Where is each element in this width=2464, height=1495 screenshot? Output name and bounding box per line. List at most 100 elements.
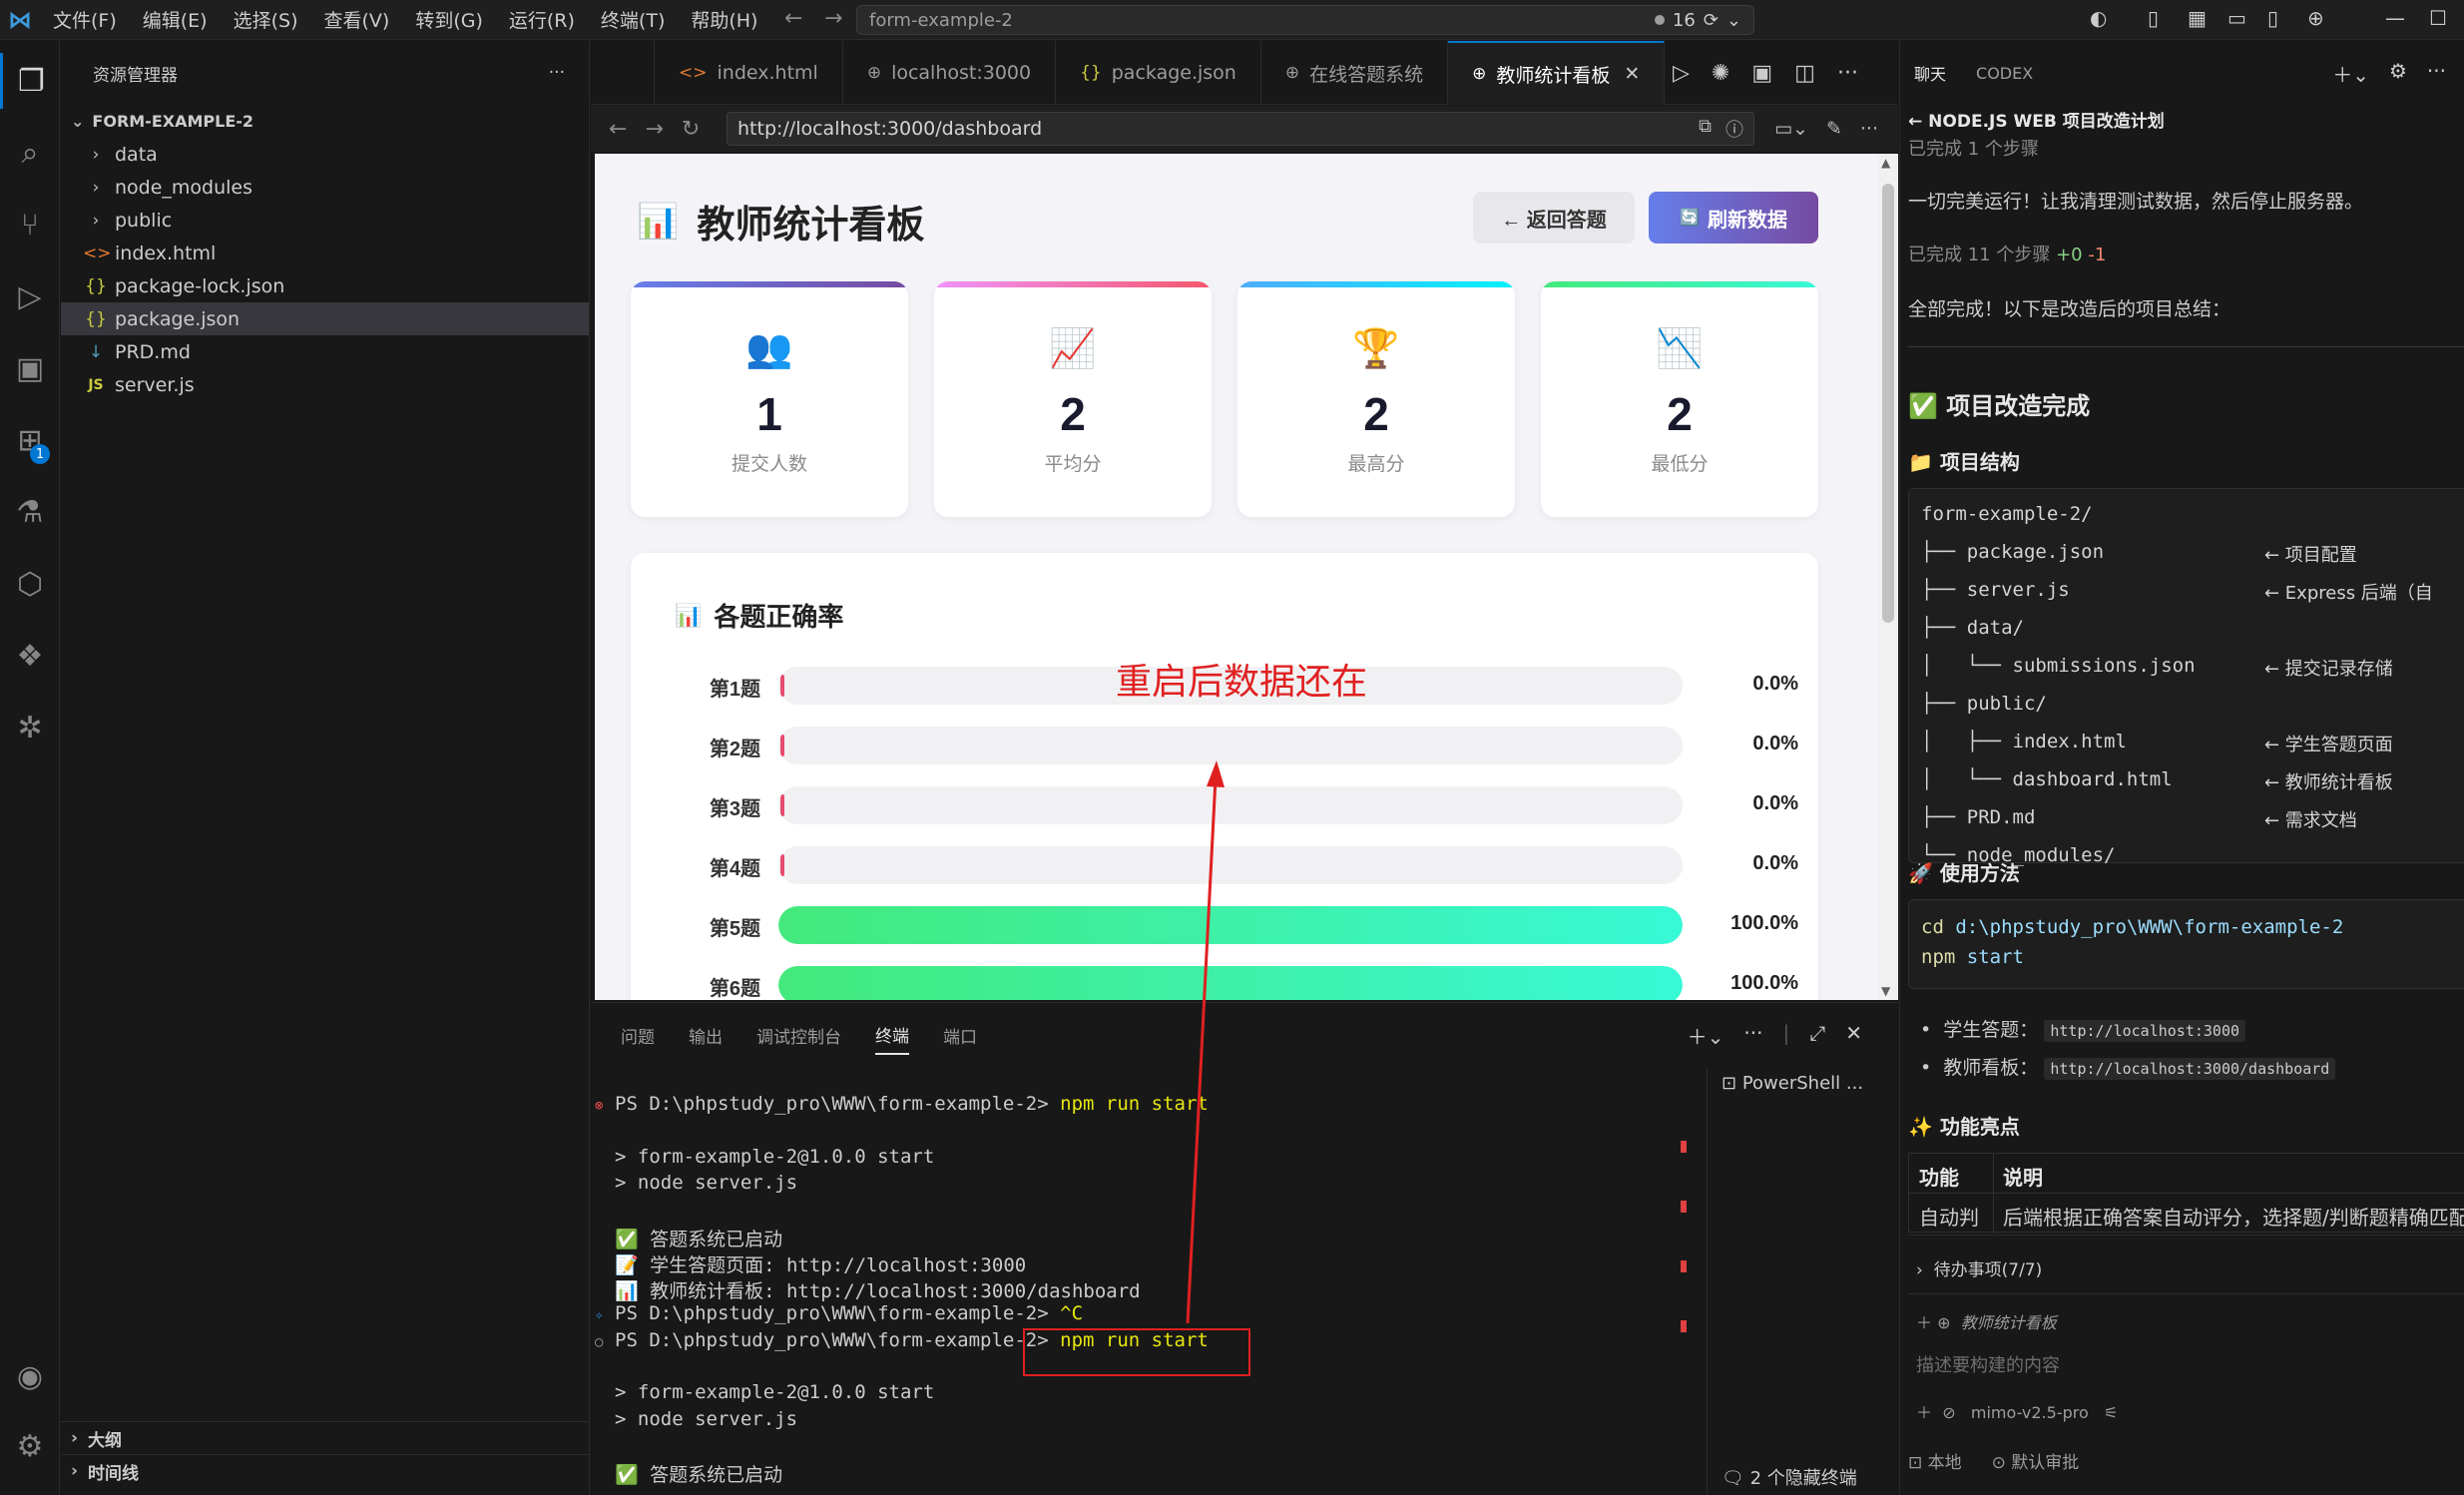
steps-done-2[interactable]: 已完成 11 个步骤 +0 -1 <box>1908 241 2106 266</box>
scrollbar-thumb[interactable] <box>1882 184 1894 623</box>
account-icon[interactable]: ◉ <box>0 1348 60 1404</box>
maximize-panel-icon[interactable]: ⤢ <box>1809 1021 1825 1050</box>
close-icon[interactable]: ✕ <box>1624 63 1640 85</box>
toggle-panel-icon[interactable]: ▭ <box>2227 6 2246 30</box>
new-chat-icon[interactable]: ＋⌄ <box>2332 59 2369 88</box>
gear-bug-icon[interactable]: ✲ <box>0 700 60 755</box>
more-actions-icon[interactable]: ··· <box>1860 118 1878 140</box>
more-actions-icon[interactable]: ··· <box>2427 59 2446 88</box>
browser-back-icon[interactable]: ← <box>609 117 627 142</box>
tree-item-server-js[interactable]: JS server.js <box>61 368 589 401</box>
python-icon[interactable]: ❖ <box>0 628 60 684</box>
mention-icon[interactable]: ⊘ <box>1942 1403 1955 1422</box>
menu-selection[interactable]: 选择(S) <box>221 6 311 33</box>
steps-done-1[interactable]: 已完成 1 个步骤 <box>1908 135 2039 161</box>
source-control-icon[interactable]: ⑂ <box>0 197 60 252</box>
tab-localhost[interactable]: ⊕ localhost:3000 <box>843 41 1057 105</box>
panel-tab-output[interactable]: 输出 <box>689 1017 723 1054</box>
outline-section[interactable]: › 大纲 <box>61 1421 590 1454</box>
more-actions-icon[interactable]: ··· <box>1743 1021 1762 1050</box>
minimize-icon[interactable]: — <box>2385 6 2405 30</box>
nav-back-icon[interactable]: ← <box>784 6 802 31</box>
attach-icon[interactable]: ＋ <box>1916 1403 1932 1422</box>
settings-gear-icon[interactable]: ⚙ <box>2389 59 2407 88</box>
panel-tab-problems[interactable]: 问题 <box>621 1017 655 1054</box>
sync-icon[interactable]: ⟳ <box>1704 10 1719 31</box>
split-editor-icon[interactable]: ◫ <box>1794 61 1815 86</box>
testing-icon[interactable]: ⚗ <box>0 484 60 540</box>
search-icon[interactable]: ⌕ <box>0 125 60 181</box>
tabs-scroll-left[interactable] <box>591 41 655 105</box>
terminal-scrollbar[interactable] <box>1677 1093 1691 1492</box>
workspace-root[interactable]: ⌄ FORM-EXAMPLE-2 <box>61 105 589 138</box>
url-bar[interactable]: http://localhost:3000/dashboard ⧉ ⓘ <box>727 112 1754 146</box>
tab-index-html[interactable]: <> index.html <box>655 41 843 105</box>
openai-icon[interactable]: ✺ <box>1712 61 1729 86</box>
tree-item-prd-md[interactable]: ↓ PRD.md <box>61 335 589 368</box>
nav-forward-icon[interactable]: → <box>824 6 842 31</box>
back-to-quiz-button[interactable]: ← 返回答题 <box>1473 192 1635 244</box>
command-decoration-icon[interactable]: ○ <box>595 1334 615 1350</box>
close-icon[interactable]: ✕ <box>1845 1021 1862 1050</box>
container-icon[interactable]: ⬡ <box>0 556 60 612</box>
tree-item-data[interactable]: › data <box>61 138 589 171</box>
add-context-icon[interactable]: ＋ <box>1916 1313 1932 1332</box>
inline-code[interactable]: http://localhost:3000/dashboard <box>2044 1058 2336 1080</box>
chat-tab-codex[interactable]: CODEX <box>1976 64 2033 83</box>
tree-item-public[interactable]: › public <box>61 204 589 237</box>
context-chip[interactable]: 教师统计看板 <box>1961 1313 2057 1332</box>
tree-item-package-json[interactable]: {} package.json <box>61 302 589 335</box>
chevron-down-icon[interactable]: ⌄ <box>1726 10 1741 31</box>
browser-forward-icon[interactable]: → <box>645 117 663 142</box>
terminal-output[interactable]: ⊗ PS D:\phpstudy_pro\WWW\form-example-2> … <box>591 1093 1669 1495</box>
menu-view[interactable]: 查看(V) <box>311 6 403 33</box>
menu-file[interactable]: 文件(F) <box>40 6 130 33</box>
run-icon[interactable]: ▷ <box>1673 61 1690 86</box>
browser-reload-icon[interactable]: ↻ <box>682 117 700 142</box>
command-decoration-icon[interactable]: ✧ <box>595 1307 615 1323</box>
scroll-down-icon[interactable]: ▼ <box>1881 984 1890 998</box>
maximize-icon[interactable]: ☐ <box>2429 6 2447 30</box>
inspect-icon[interactable]: ✎ <box>1826 118 1842 140</box>
chat-tab-chat[interactable]: 聊天 <box>1914 61 1946 85</box>
tune-icon[interactable]: ⚟ <box>2104 1403 2118 1422</box>
explorer-icon[interactable]: ❐ <box>0 53 60 109</box>
menu-run[interactable]: 运行(R) <box>496 6 588 33</box>
panel-tab-ports[interactable]: 端口 <box>943 1017 977 1054</box>
tree-item-node-modules[interactable]: › node_modules <box>61 171 589 204</box>
info-icon[interactable]: ⓘ <box>1725 116 1743 142</box>
tab-teacher-dashboard[interactable]: ⊕ 教师统计看板 ✕ <box>1448 41 1666 105</box>
settings-gear-icon[interactable]: ⚙ <box>0 1418 60 1474</box>
tab-package-json[interactable]: {} package.json <box>1056 41 1261 105</box>
layout-icon[interactable]: ▦ <box>2188 6 2207 30</box>
more-actions-icon[interactable]: ··· <box>1837 61 1858 86</box>
tab-quiz-system[interactable]: ⊕ 在线答题系统 <box>1261 41 1449 105</box>
run-debug-icon[interactable]: ▷ <box>0 268 60 324</box>
status-approve[interactable]: ⊙ 默认审批 <box>1992 1448 2080 1473</box>
extensions-icon[interactable]: ⊞ 1 <box>0 412 60 468</box>
menu-edit[interactable]: 编辑(E) <box>130 6 221 33</box>
menu-go[interactable]: 转到(G) <box>402 6 496 33</box>
remote-explorer-icon[interactable]: ▣ <box>0 340 60 396</box>
hidden-terminals[interactable]: 🗨 2 个隐藏终端 <box>1722 1464 1857 1490</box>
inline-code[interactable]: http://localhost:3000 <box>2044 1020 2246 1042</box>
command-center-badge[interactable]: 16 ⟳ ⌄ <box>1654 10 1741 31</box>
command-center-search[interactable]: form-example-2 16 ⟳ ⌄ <box>856 5 1754 35</box>
plan-title[interactable]: ← NODE.JS WEB 项目改造计划 <box>1908 107 2165 132</box>
new-terminal-icon[interactable]: ＋⌄ <box>1688 1021 1725 1050</box>
back-arrow-icon[interactable]: ← <box>1908 112 1922 132</box>
todo-toggle[interactable]: › 待办事项(7/7) <box>1916 1255 2042 1280</box>
panel-tab-debug-console[interactable]: 调试控制台 <box>756 1017 841 1054</box>
toggle-secondary-sidebar-icon[interactable]: ▯ <box>2267 6 2278 30</box>
open-external-icon[interactable]: ⧉ <box>1699 116 1712 142</box>
tree-item-index-html[interactable]: <> index.html <box>61 237 589 269</box>
copilot-icon[interactable]: ◐ <box>2090 6 2107 30</box>
status-local[interactable]: ⊡ 本地 <box>1908 1448 1962 1473</box>
model-selector[interactable]: mimo-v2.5-pro <box>1971 1403 2089 1422</box>
webpage-scrollbar[interactable]: ▲ ▼ <box>1878 154 1898 1000</box>
menu-help[interactable]: 帮助(H) <box>678 6 770 33</box>
preview-icon[interactable]: ▣ <box>1751 61 1772 86</box>
more-actions-icon[interactable]: ··· <box>549 63 565 83</box>
cast-icon[interactable]: ▭⌄ <box>1774 118 1808 140</box>
timeline-section[interactable]: › 时间线 <box>61 1454 590 1487</box>
